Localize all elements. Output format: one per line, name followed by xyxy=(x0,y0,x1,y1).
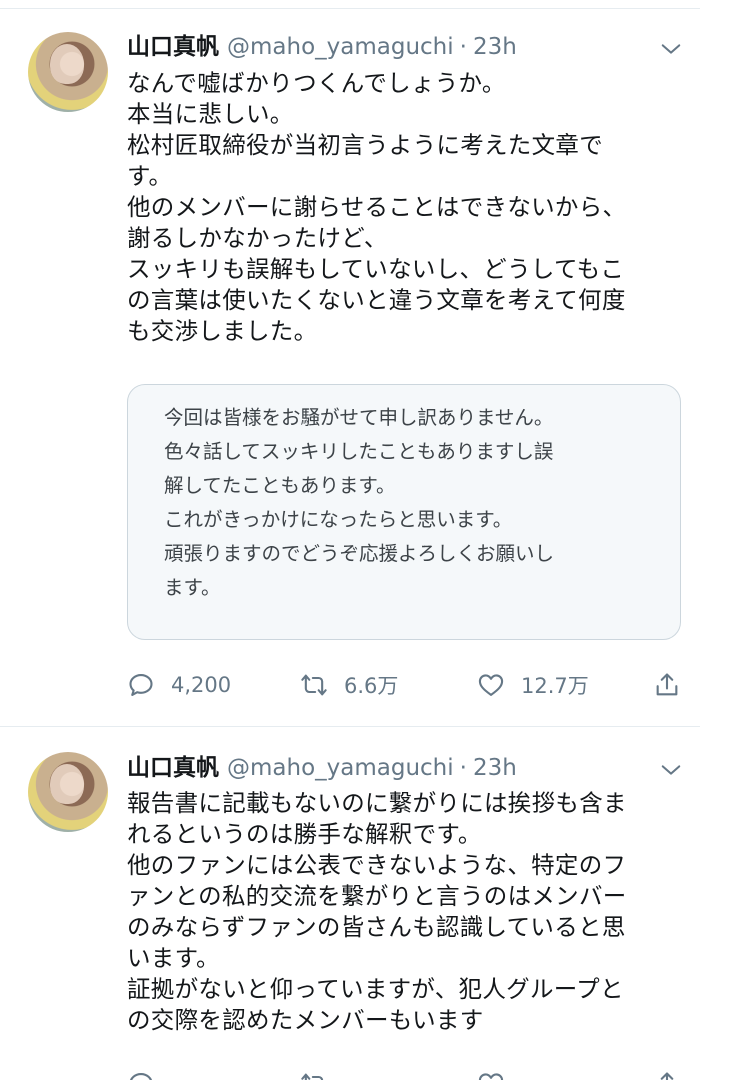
heart-icon xyxy=(478,674,504,696)
reply-button[interactable] xyxy=(127,1066,155,1080)
tweet-actions: 4,200 6.6万 12.7万 xyxy=(127,667,687,703)
avatar[interactable] xyxy=(28,752,108,832)
chevron-down-icon[interactable] xyxy=(660,759,682,781)
avatar[interactable] xyxy=(28,32,108,112)
like-count: 12.7万 xyxy=(521,674,589,698)
retweet-button[interactable] xyxy=(300,1066,328,1080)
tweet-header: 山口真帆 @maho_yamaguchi · 23h xyxy=(127,30,517,64)
tweet-divider xyxy=(0,726,700,727)
tweet-text: 報告書に記載もないのに繋がりには挨拶も含ま れるというのは勝手な解釈です。 他の… xyxy=(127,789,627,1034)
user-handle[interactable]: @maho_yamaguchi xyxy=(227,34,454,60)
separator-dot: · xyxy=(459,755,467,781)
reply-button[interactable]: 4,200 xyxy=(127,667,231,703)
user-handle[interactable]: @maho_yamaguchi xyxy=(227,755,454,781)
like-button[interactable] xyxy=(477,1066,505,1080)
reply-icon xyxy=(129,674,153,696)
reply-icon xyxy=(130,1073,152,1080)
retweet-icon xyxy=(301,1073,324,1080)
reply-count: 4,200 xyxy=(171,673,232,697)
chevron-down-icon[interactable] xyxy=(660,38,682,60)
display-name[interactable]: 山口真帆 xyxy=(127,34,219,60)
quoted-text-card[interactable]: 今回は皆様をお騒がせて申し訳ありません。 色々話してスッキリしたこともありますし… xyxy=(127,384,681,640)
top-divider xyxy=(0,0,700,9)
retweet-icon xyxy=(301,674,327,696)
separator-dot: · xyxy=(459,34,467,60)
share-button[interactable] xyxy=(653,667,681,703)
tweet-header: 山口真帆 @maho_yamaguchi · 23h xyxy=(127,751,517,785)
retweet-count: 6.6万 xyxy=(344,674,399,698)
heart-icon xyxy=(478,1073,504,1080)
share-button[interactable] xyxy=(653,1066,681,1080)
timestamp[interactable]: 23h xyxy=(473,34,517,60)
like-button[interactable]: 12.7万 xyxy=(477,667,589,703)
tweet-text: なんで嘘ばかりつくんでしょうか。 本当に悲しい。 松村匠取締役が当初言うように考… xyxy=(127,69,627,345)
timestamp[interactable]: 23h xyxy=(473,755,517,781)
display-name[interactable]: 山口真帆 xyxy=(127,755,219,781)
retweet-button[interactable]: 6.6万 xyxy=(300,667,398,703)
share-icon xyxy=(660,1072,674,1080)
share-icon xyxy=(656,673,678,696)
tweet-actions xyxy=(127,1066,687,1080)
